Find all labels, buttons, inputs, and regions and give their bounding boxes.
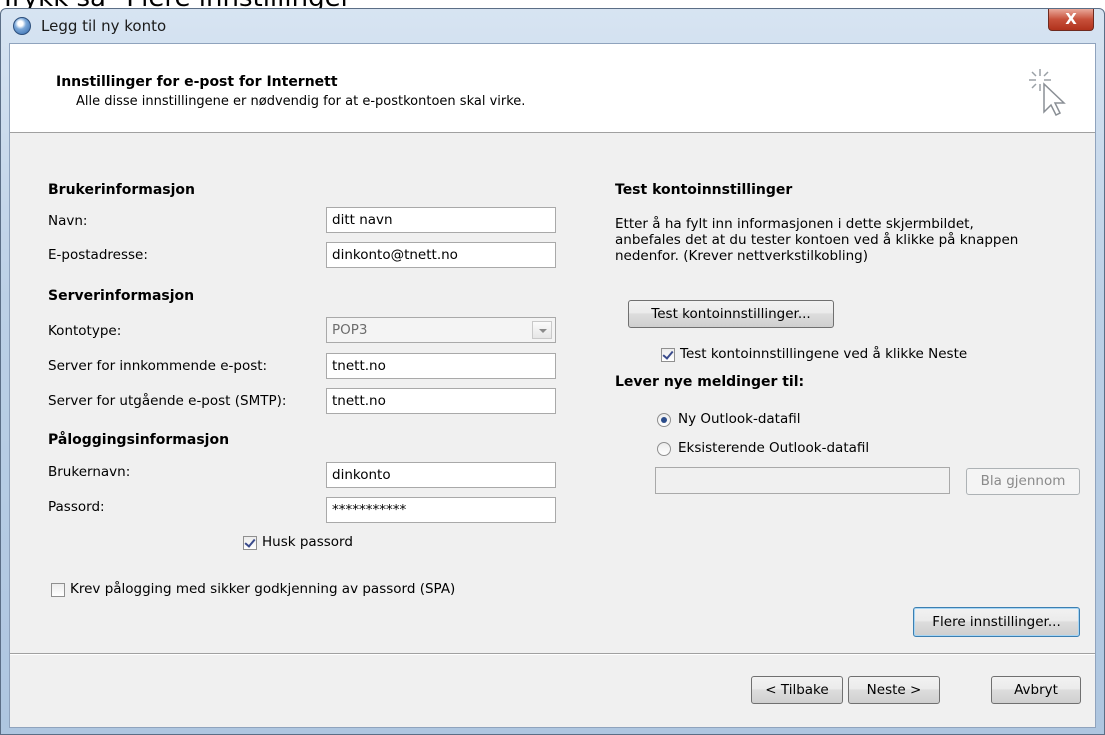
wizard-cursor-icon — [1029, 69, 1066, 116]
back-button[interactable]: < Tilbake — [751, 676, 843, 704]
deliver-heading: Lever nye meldinger til: — [615, 374, 805, 390]
spa-label[interactable]: Krev pålogging med sikker godkjenning av… — [70, 581, 455, 597]
name-label: Navn: — [48, 213, 88, 229]
remember-password-checkbox[interactable] — [243, 536, 257, 550]
server-info-heading: Serverinformasjon — [48, 288, 195, 304]
test-on-next-checkbox[interactable] — [661, 348, 675, 362]
spa-checkbox[interactable] — [51, 583, 65, 597]
test-description-line-3: nedenfor. (Krever nettverkstilkobling) — [615, 248, 869, 264]
new-datafile-label[interactable]: Ny Outlook-datafil — [678, 411, 800, 427]
dialog-client-area: Innstillinger for e-post for Internett A… — [9, 43, 1096, 728]
test-account-button[interactable]: Test kontoinnstillinger... — [628, 300, 834, 328]
header-subtitle: Alle disse innstillingene er nødvendig f… — [76, 94, 526, 109]
more-settings-button[interactable]: Flere innstillinger... — [913, 607, 1080, 637]
new-datafile-radio[interactable] — [657, 413, 671, 427]
test-heading: Test kontoinnstillinger — [615, 182, 793, 198]
header-title: Innstillinger for e-post for Internett — [56, 74, 338, 90]
outlook-app-icon — [13, 17, 31, 35]
wizard-header: Innstillinger for e-post for Internett A… — [10, 44, 1095, 133]
remember-password-label[interactable]: Husk passord — [262, 534, 353, 550]
footer-separator — [10, 653, 1095, 655]
email-field[interactable]: dinkonto@tnett.no — [326, 242, 556, 268]
existing-datafile-label[interactable]: Eksisterende Outlook-datafil — [678, 440, 869, 456]
outgoing-server-field[interactable]: tnett.no — [326, 388, 556, 414]
login-info-heading: Påloggingsinformasjon — [48, 432, 230, 448]
cancel-button[interactable]: Avbryt — [991, 676, 1081, 704]
username-field[interactable]: dinkonto — [326, 462, 556, 488]
password-label: Passord: — [48, 499, 105, 515]
close-button[interactable]: X — [1048, 9, 1094, 31]
add-account-window: Legg til ny konto X Innstillinger for e-… — [0, 8, 1105, 735]
account-type-combo: POP3 — [326, 317, 556, 343]
email-label: E-postadresse: — [48, 247, 148, 263]
test-on-next-label[interactable]: Test kontoinnstillingene ved å klikke Ne… — [680, 346, 967, 362]
test-description-line-2: anbefales det at du tester kontoen ved å… — [615, 232, 1019, 248]
password-field[interactable]: *********** — [326, 497, 556, 523]
user-info-heading: Brukerinformasjon — [48, 182, 196, 198]
existing-datafile-radio[interactable] — [657, 442, 671, 456]
account-type-value: POP3 — [332, 322, 368, 338]
outgoing-server-label: Server for utgående e-post (SMTP): — [48, 393, 287, 409]
incoming-server-label: Server for innkommende e-post: — [48, 358, 268, 374]
test-description-line-1: Etter å ha fylt inn informasjonen i dett… — [615, 216, 974, 232]
account-type-label: Kontotype: — [48, 323, 122, 339]
datafile-path-field — [655, 467, 950, 494]
window-title: Legg til ny konto — [41, 17, 167, 35]
username-label: Brukernavn: — [48, 464, 131, 480]
next-button[interactable]: Neste > — [848, 676, 940, 704]
title-bar[interactable]: Legg til ny konto X — [1, 9, 1104, 43]
name-field[interactable]: ditt navn — [326, 207, 556, 233]
incoming-server-field[interactable]: tnett.no — [326, 353, 556, 379]
chevron-down-icon — [532, 321, 552, 339]
browse-button: Bla gjennom — [966, 468, 1080, 495]
